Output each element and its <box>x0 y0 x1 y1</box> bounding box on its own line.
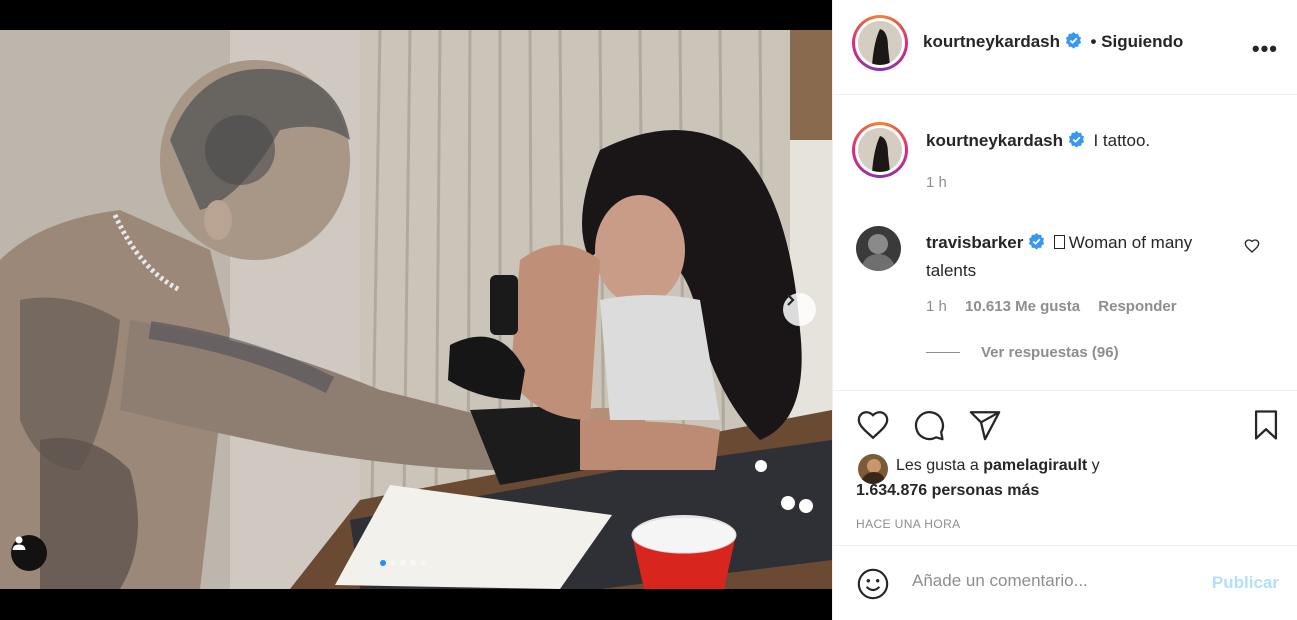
post-header: kourtneykardash • Siguiendo ••• <box>833 0 1297 95</box>
likes-connector: y <box>1091 457 1100 474</box>
comment-like-button[interactable] <box>1244 238 1260 259</box>
comment-input[interactable] <box>912 571 1192 591</box>
share-button[interactable] <box>968 408 1002 447</box>
avatar-image <box>858 21 902 65</box>
liker-avatar[interactable] <box>858 454 888 484</box>
comment-meta: 1 h 10.613 Me gusta Responder <box>926 298 1177 315</box>
tattoo-photo-illustration <box>0 0 832 620</box>
emoji-button[interactable] <box>856 567 890 606</box>
comment-username[interactable]: travisbarker <box>926 233 1023 252</box>
save-button[interactable] <box>1249 408 1283 447</box>
share-icon <box>969 411 1001 441</box>
post-timestamp[interactable]: HACE UNA HORA <box>856 517 961 531</box>
post-photo[interactable] <box>0 0 832 620</box>
carousel-dot <box>380 560 386 566</box>
avatar-image <box>858 128 902 172</box>
replies-divider <box>926 352 960 353</box>
caption-username[interactable]: kourtneykardash <box>926 131 1063 150</box>
follow-status-button[interactable]: • Siguiendo <box>1090 32 1183 51</box>
emoji-icon <box>857 568 889 600</box>
caption: kourtneykardash I tattoo. <box>926 131 1150 153</box>
comment-likes-count[interactable]: 10.613 Me gusta <box>965 298 1080 315</box>
post-actions: Les gusta a pamelagirault y 1.634.876 pe… <box>833 390 1297 546</box>
likes-count[interactable]: 1.634.876 personas más <box>856 482 1039 500</box>
comment: travisbarker Woman of many talents <box>926 230 1246 284</box>
bookmark-icon <box>1254 410 1278 440</box>
add-comment-bar: Publicar <box>833 547 1297 620</box>
publish-button[interactable]: Publicar <box>1212 573 1279 593</box>
author-username[interactable]: kourtneykardash <box>923 32 1060 51</box>
carousel-indicator <box>380 560 426 566</box>
post-side-panel: kourtneykardash • Siguiendo ••• kourtney… <box>832 0 1297 620</box>
comment-icon <box>914 411 945 441</box>
comment-author-avatar[interactable] <box>856 226 901 271</box>
next-photo-button[interactable] <box>783 293 816 326</box>
carousel-dot <box>420 560 426 566</box>
avatar-image <box>856 226 901 271</box>
comment-button[interactable] <box>912 408 946 447</box>
avatar-image <box>858 454 888 484</box>
likes-summary: Les gusta a pamelagirault y <box>896 457 1100 475</box>
verified-badge-icon <box>1065 32 1082 54</box>
like-button[interactable] <box>856 408 890 447</box>
user-tag-icon <box>12 536 26 550</box>
carousel-dot <box>390 560 396 566</box>
author-avatar[interactable] <box>852 15 908 71</box>
view-replies-button[interactable]: Ver respuestas (96) <box>981 344 1119 361</box>
more-options-icon[interactable]: ••• <box>1252 36 1278 62</box>
comment-time[interactable]: 1 h <box>926 298 947 315</box>
caption-text: I tattoo. <box>1093 131 1151 150</box>
caption-author-avatar[interactable] <box>852 122 908 178</box>
emoji-placeholder-icon <box>1053 235 1065 249</box>
verified-badge-icon <box>1068 131 1085 153</box>
caption-time[interactable]: 1 h <box>926 174 947 191</box>
likes-prefix: Les gusta a <box>896 457 979 474</box>
view-replies-row[interactable]: Ver respuestas (96) <box>926 344 1119 361</box>
carousel-dot <box>410 560 416 566</box>
liker-username[interactable]: pamelagirault <box>983 457 1087 474</box>
heart-icon <box>857 411 889 440</box>
chevron-right-icon <box>787 294 795 306</box>
verified-badge-icon <box>1028 233 1045 258</box>
heart-icon <box>1244 239 1260 253</box>
comments-section: kourtneykardash I tattoo. 1 h travisbark… <box>833 96 1297 390</box>
user-tags-button[interactable] <box>11 535 47 571</box>
reply-button[interactable]: Responder <box>1098 298 1176 315</box>
carousel-dot <box>400 560 406 566</box>
